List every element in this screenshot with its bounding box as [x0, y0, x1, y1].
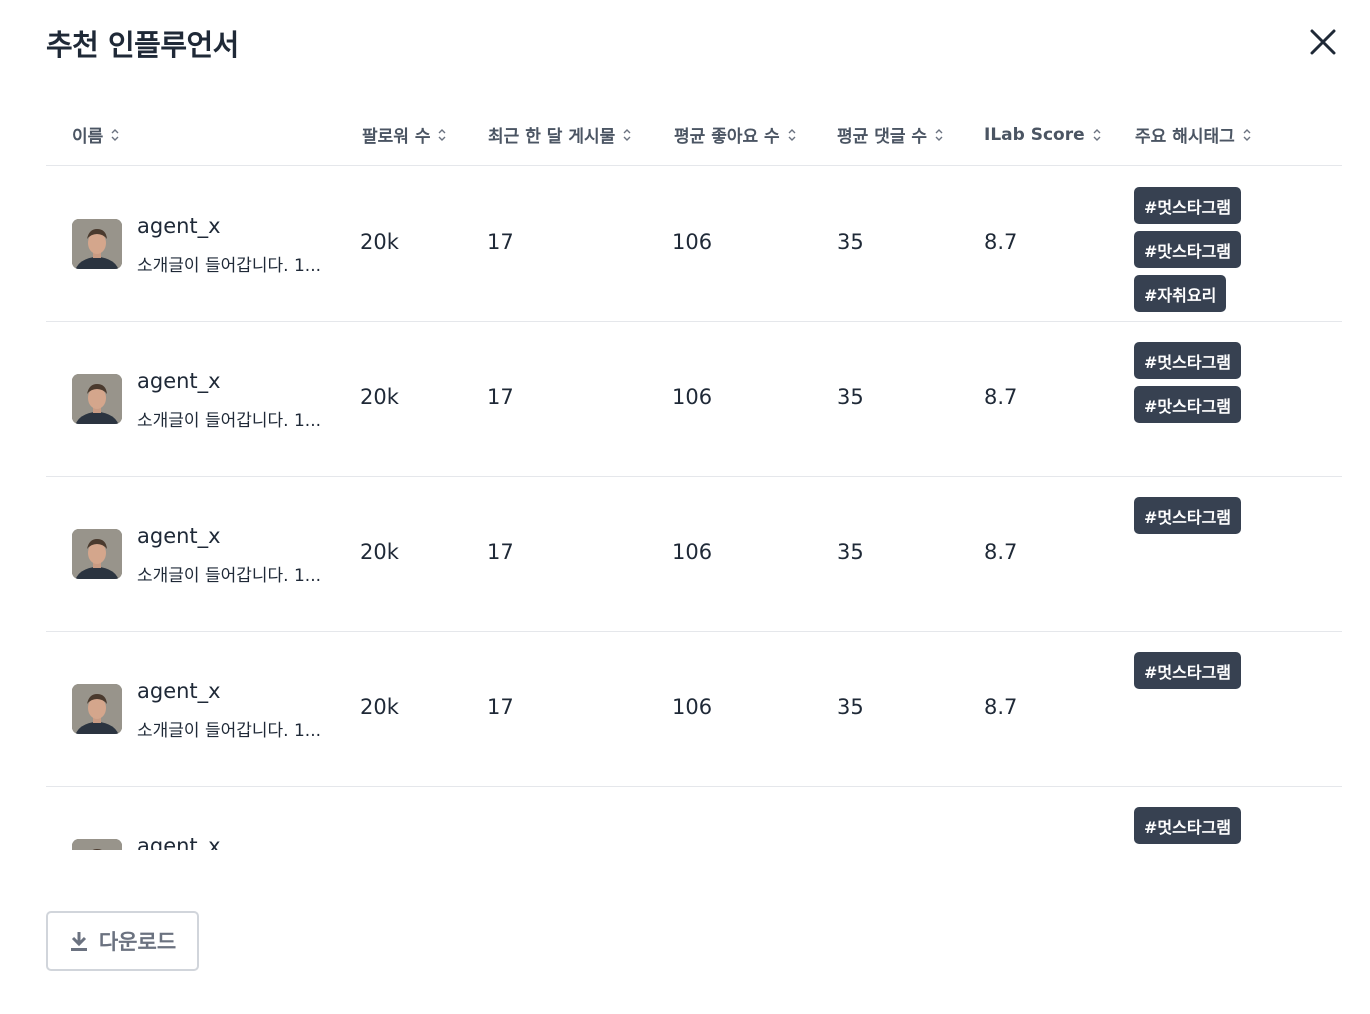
- table-row[interactable]: agent_x 소개글이 들어갑니다. 1... 20k 17 106 35 8.7 #멋스타…: [46, 476, 1342, 632]
- hashtag-list: #멋스타그램: [1134, 497, 1242, 541]
- avg-comments-cell: 35: [837, 695, 864, 719]
- avg-likes-cell: 106: [672, 695, 713, 719]
- hashtag-list: #멋스타그램 #맛스타그램: [1134, 342, 1242, 430]
- column-header-name[interactable]: 이름: [72, 104, 119, 165]
- table-row[interactable]: agent_x 소개글이 들어갑니다. 1... 20k 17 106 35 8.7 #멋스타…: [46, 321, 1342, 477]
- download-button[interactable]: 다운로드: [46, 911, 199, 971]
- column-header-label: 평균 좋아요 수: [674, 127, 780, 147]
- influencer-name[interactable]: agent_x: [137, 369, 221, 393]
- avg-likes-cell: 106: [672, 385, 713, 409]
- hashtag-badge[interactable]: #멋스타그램: [1134, 497, 1242, 534]
- close-icon: [1310, 29, 1336, 55]
- followers-cell: 20k: [360, 540, 399, 564]
- column-header-hashtags[interactable]: 주요 해시태그: [1135, 104, 1251, 165]
- score-cell: 8.7: [984, 695, 1018, 719]
- column-header-label: 팔로워 수: [362, 127, 431, 147]
- sort-icon: [623, 128, 631, 142]
- avg-comments-cell: 35: [837, 540, 864, 564]
- influencer-name[interactable]: agent_x: [137, 834, 221, 850]
- hashtag-badge[interactable]: #맛스타그램: [1134, 386, 1242, 423]
- download-label: 다운로드: [98, 930, 177, 954]
- table-row[interactable]: agent_x 소개글이 들어갑니다. 1... 20k 17 106 35 8.7 #멋스타…: [46, 166, 1342, 322]
- hashtag-badge[interactable]: #멋스타그램: [1134, 187, 1242, 224]
- sort-icon: [438, 128, 446, 142]
- column-header-followers[interactable]: 팔로워 수: [362, 104, 446, 165]
- sort-icon: [1243, 128, 1251, 142]
- sort-icon: [788, 128, 796, 142]
- score-cell: 8.7: [984, 385, 1018, 409]
- recent-posts-cell: 17: [487, 695, 514, 719]
- avg-likes-cell: 106: [672, 230, 713, 254]
- table-row[interactable]: agent_x소개글이 들어갑니다. 1...20k17106358.7#멋스타…: [46, 786, 1342, 850]
- hashtag-badge[interactable]: #맛스타그램: [1134, 231, 1242, 268]
- avg-likes-cell: 106: [672, 540, 713, 564]
- hashtag-list: #멋스타그램: [1134, 652, 1242, 696]
- avatar[interactable]: [72, 529, 122, 579]
- influencer-name[interactable]: agent_x: [137, 524, 221, 548]
- influencer-modal: 추천 인플루언서 이름 팔로워 수 최근 한 달 게시물 평균 좋아요 수 평균…: [0, 0, 1370, 1014]
- table-header: 이름 팔로워 수 최근 한 달 게시물 평균 좋아요 수 평균 댓글 수 ILa…: [46, 104, 1342, 166]
- influencer-name[interactable]: agent_x: [137, 214, 221, 238]
- influencer-bio: 소개글이 들어갑니다. 1...: [137, 256, 321, 276]
- recent-posts-cell: 17: [487, 540, 514, 564]
- avatar[interactable]: [72, 684, 122, 734]
- download-icon: [70, 932, 87, 951]
- column-header-label: ILab Score: [984, 124, 1085, 145]
- avatar[interactable]: [72, 219, 122, 269]
- column-header-avg-likes[interactable]: 평균 좋아요 수: [674, 104, 796, 165]
- sort-icon: [1093, 128, 1101, 142]
- followers-cell: 20k: [360, 230, 399, 254]
- avg-comments-cell: 35: [837, 385, 864, 409]
- followers-cell: 20k: [360, 385, 399, 409]
- sort-icon: [935, 128, 943, 142]
- table-row[interactable]: agent_x 소개글이 들어갑니다. 1... 20k 17 106 35 8.7 #멋스타…: [46, 631, 1342, 787]
- recent-posts-cell: 17: [487, 230, 514, 254]
- sort-icon: [111, 128, 119, 142]
- score-cell: 8.7: [984, 230, 1018, 254]
- influencer-bio: 소개글이 들어갑니다. 1...: [137, 721, 321, 741]
- hashtag-badge[interactable]: #멋스타그램: [1134, 807, 1242, 844]
- influencer-table[interactable]: 이름 팔로워 수 최근 한 달 게시물 평균 좋아요 수 평균 댓글 수 ILa…: [46, 104, 1342, 850]
- close-button[interactable]: [1303, 22, 1343, 62]
- column-header-score[interactable]: ILab Score: [984, 104, 1101, 165]
- hashtag-badge[interactable]: #자취요리: [1134, 275, 1227, 312]
- column-header-label: 최근 한 달 게시물: [488, 127, 616, 147]
- column-header-label: 이름: [72, 127, 104, 147]
- followers-cell: 20k: [360, 695, 399, 719]
- score-cell: 8.7: [984, 540, 1018, 564]
- hashtag-list: #멋스타그램 #맛스타그램 #자취요리: [1134, 187, 1242, 319]
- hashtag-badge[interactable]: #멋스타그램: [1134, 342, 1242, 379]
- influencer-bio: 소개글이 들어갑니다. 1...: [137, 566, 321, 586]
- hashtag-badge[interactable]: #멋스타그램: [1134, 652, 1242, 689]
- recent-posts-cell: 17: [487, 385, 514, 409]
- avatar[interactable]: [72, 839, 122, 850]
- influencer-bio: 소개글이 들어갑니다. 1...: [137, 411, 321, 431]
- avatar[interactable]: [72, 374, 122, 424]
- column-header-label: 주요 해시태그: [1135, 127, 1235, 147]
- modal-title: 추천 인플루언서: [46, 28, 239, 62]
- column-header-label: 평균 댓글 수: [837, 127, 928, 147]
- column-header-avg-comments[interactable]: 평균 댓글 수: [837, 104, 943, 165]
- influencer-name[interactable]: agent_x: [137, 679, 221, 703]
- column-header-recent-posts[interactable]: 최근 한 달 게시물: [488, 104, 631, 165]
- hashtag-list: #멋스타그램: [1134, 807, 1242, 850]
- avg-comments-cell: 35: [837, 230, 864, 254]
